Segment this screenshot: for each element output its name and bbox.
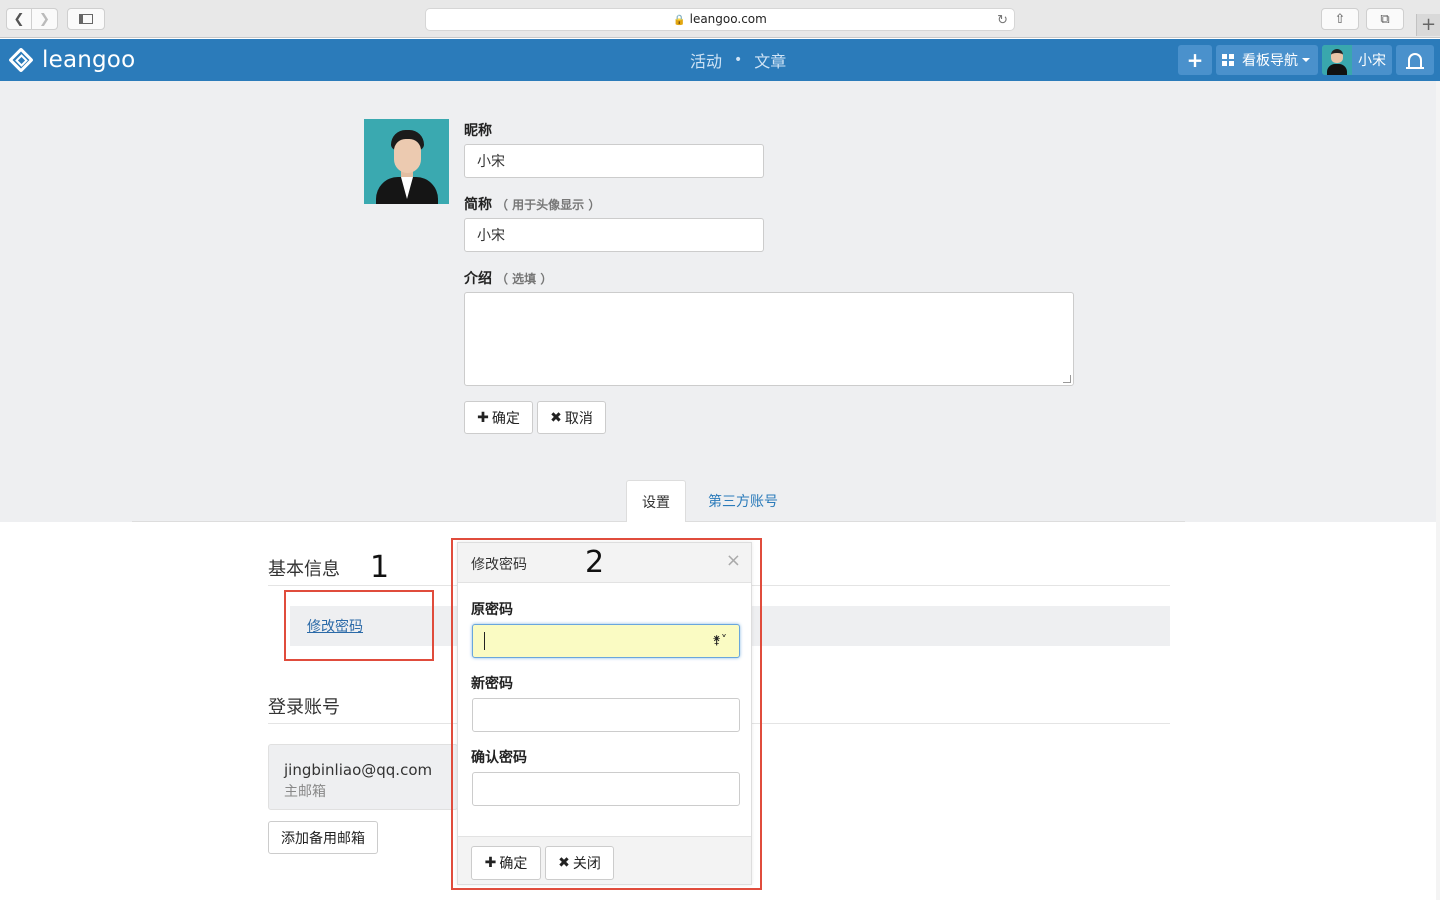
annotation-number-2: 2 [585,545,605,580]
nav-link-articles[interactable]: 文章 [754,48,786,72]
short-name-value: 小宋 [477,228,505,244]
new-tab-button[interactable]: + [1416,14,1440,36]
short-name-hint: （ 用于头像显示 ） [496,198,601,212]
brand-name: leangoo [42,47,136,73]
nickname-field[interactable]: 小宋 [464,144,764,178]
history-buttons: ❮ ❯ [6,8,58,30]
sidebar-icon [79,14,93,24]
plus-icon: ✚ [477,409,489,426]
add-button[interactable]: + [1178,45,1212,75]
tab-divider [132,521,626,522]
intro-textarea[interactable] [464,292,1074,386]
nickname-value: 小宋 [477,154,505,170]
board-nav-label: 看板导航 [1242,53,1298,69]
email-address: jingbinliao@qq.com [284,761,433,779]
browser-toolbar: ❮ ❯ 🔒 leangoo.com ↻ ⇧ ⧉ + [0,0,1440,38]
sidebar-toggle-button[interactable] [67,8,105,30]
lock-icon: 🔒 [673,15,686,26]
profile-avatar[interactable] [364,119,449,204]
annotation-number-1: 1 [370,550,390,585]
board-nav-dropdown[interactable]: 看板导航 [1216,45,1318,75]
brand-logo[interactable]: leangoo [8,47,135,73]
bell-icon [1406,53,1424,69]
forward-button[interactable]: ❯ [32,8,58,30]
user-menu[interactable]: 小宋 [1322,45,1392,75]
caret-down-icon [1302,58,1310,62]
tab-settings[interactable]: 设置 [626,480,686,522]
nav-link-activity[interactable]: 活动 [690,48,722,72]
tabs-icon: ⧉ [1380,11,1390,27]
user-name: 小宋 [1358,53,1386,69]
center-nav: 活动 • 文章 [690,39,786,81]
nav-separator: • [734,52,743,68]
address-bar[interactable]: 🔒 leangoo.com ↻ [425,8,1015,31]
tabs-overview-button[interactable]: ⧉ [1366,8,1404,30]
chevron-left-icon: ❮ [13,11,25,27]
profile-cancel-button[interactable]: ✖ 取消 [537,401,606,434]
navbar-actions: + 看板导航 小宋 [1174,45,1434,75]
nickname-label: 昵称 [464,123,492,139]
short-name-label: 简称（ 用于头像显示 ） [464,197,601,213]
url-text: leangoo.com [689,12,767,26]
email-tag: 主邮箱 [284,784,326,800]
app-navbar: leangoo 活动 • 文章 + 看板导航 小宋 [0,39,1440,81]
add-backup-email-button[interactable]: 添加备用邮箱 [268,821,378,854]
avatar [1322,45,1352,75]
resize-handle[interactable] [1063,375,1071,383]
grid-icon [1222,54,1234,66]
tab-third-party[interactable]: 第三方账号 [708,480,778,522]
login-account-title: 登录账号 [268,697,340,718]
profile-confirm-button[interactable]: ✚ 确定 [464,401,533,434]
intro-hint: （ 选填 ） [496,272,553,286]
short-name-field[interactable]: 小宋 [464,218,764,252]
tab-divider [685,521,1185,522]
share-button[interactable]: ⇧ [1321,8,1359,30]
annotation-box-1 [284,590,434,661]
annotation-box-2 [451,538,762,890]
plus-icon: + [1186,48,1204,72]
reload-icon[interactable]: ↻ [997,10,1008,31]
notifications-button[interactable] [1396,45,1434,75]
intro-label: 介绍（ 选填 ） [464,271,553,287]
back-button[interactable]: ❮ [6,8,32,30]
basic-info-title: 基本信息 [268,559,340,580]
primary-email-card: jingbinliao@qq.com 主邮箱 [268,744,458,810]
leangoo-logo-icon [8,47,34,73]
page-scrollbar[interactable] [1436,81,1440,900]
share-icon: ⇧ [1334,11,1346,27]
close-icon: ✖ [550,409,562,426]
chevron-right-icon: ❯ [39,11,50,27]
